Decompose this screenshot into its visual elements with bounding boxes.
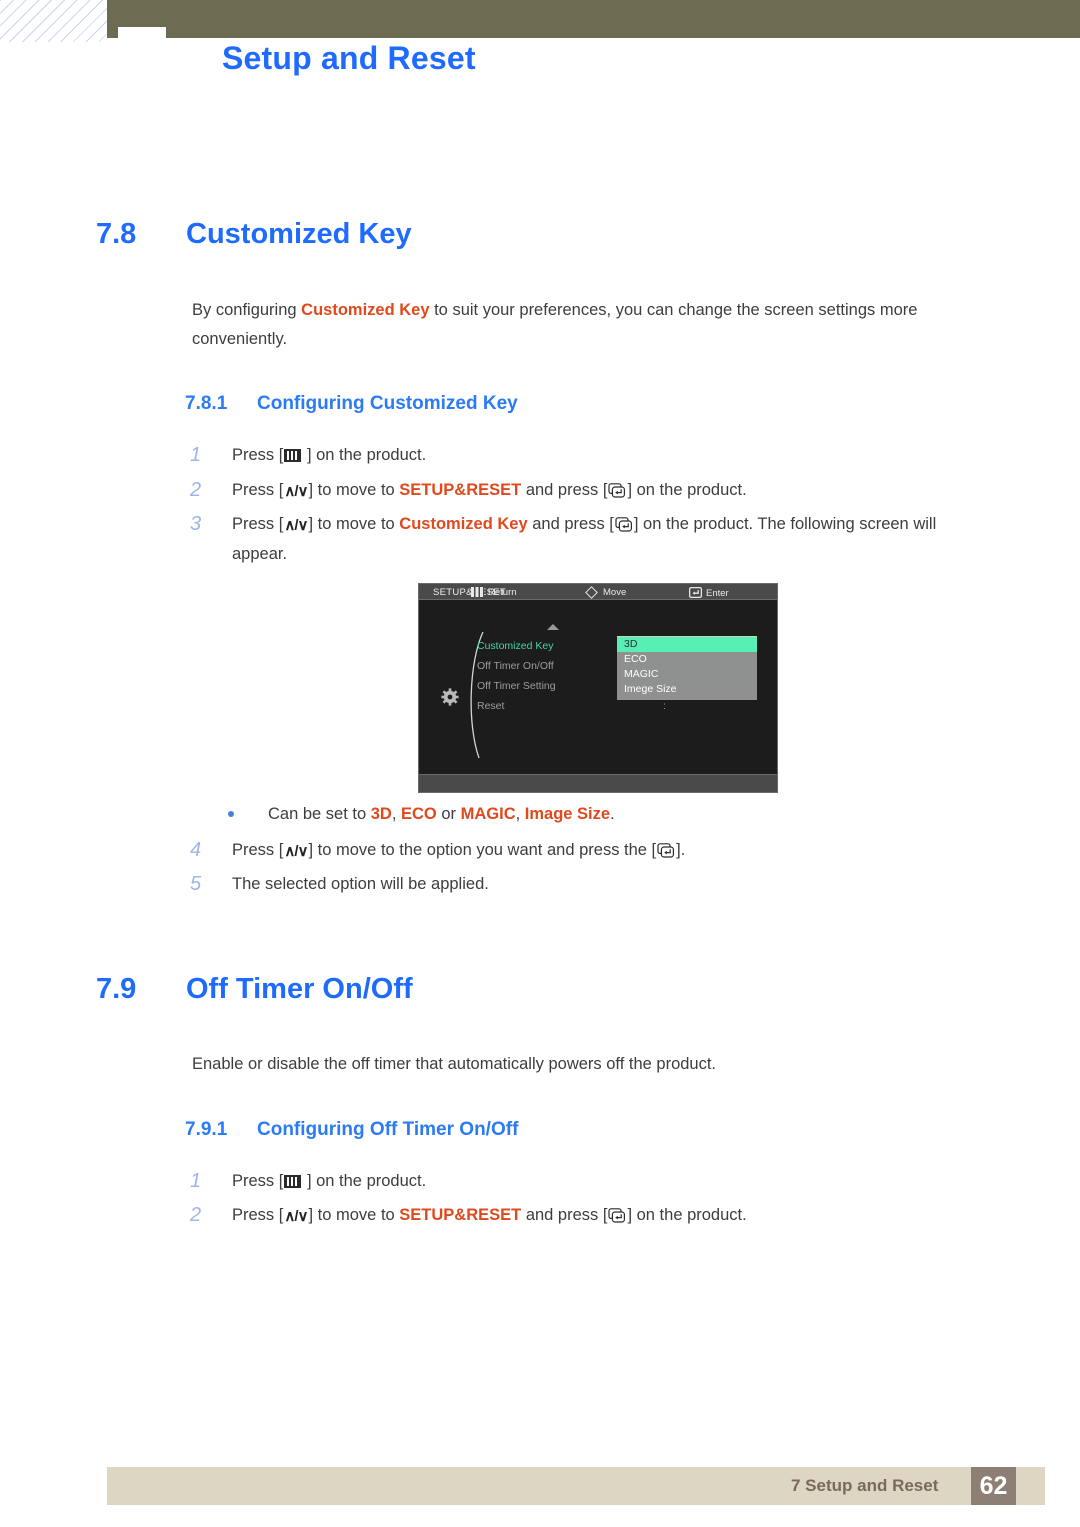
osd-menu-item-label: Reset — [477, 700, 505, 712]
step-highlight: SETUP&RESET — [399, 481, 522, 499]
bullet-option-eco: ECO — [401, 805, 437, 823]
step-text: Press [∧/∨] to move to the option you wa… — [232, 836, 995, 866]
section-heading-7-9: 7.9 Off Timer On/Off — [96, 973, 413, 1006]
page-number: 62 — [979, 1472, 1008, 1500]
bullet-option-3d: 3D — [370, 805, 392, 823]
subsection-number: 7.8.1 — [185, 393, 228, 414]
step-item: 5 The selected option will be applied. — [190, 870, 995, 899]
step-item: 1 Press [ ] on the product. — [190, 1167, 995, 1196]
step-text: Press [ ] on the product. — [232, 1172, 427, 1190]
osd-menu-list: Customized Key:Off Timer On/Off:Off Time… — [477, 636, 666, 716]
option-bullet-note: Can be set to 3D, ECO or MAGIC, Image Si… — [228, 800, 615, 829]
section-number: 7.8 — [96, 218, 137, 250]
osd-enter-button[interactable]: Enter — [688, 586, 729, 600]
enter-key-icon — [657, 843, 675, 858]
step-text: The selected option will be applied. — [232, 875, 489, 893]
step-item: 2 Press [∧/∨] to move to SETUP&RESET and … — [190, 1201, 995, 1231]
subsection-number: 7.9.1 — [185, 1119, 228, 1140]
step-number: 5 — [190, 873, 202, 895]
page-number-box: 62 — [971, 1467, 1016, 1505]
chapter-title: Setup and Reset — [222, 40, 476, 76]
subsection-title: Configuring Customized Key — [257, 393, 518, 414]
osd-menu-item[interactable]: Off Timer Setting: — [477, 676, 666, 696]
osd-menu-item[interactable]: Off Timer On/Off: — [477, 656, 666, 676]
section-number: 7.9 — [96, 973, 137, 1005]
bullet-text-pre: Can be set to — [268, 805, 371, 823]
step-highlight: SETUP&RESET — [399, 1206, 522, 1224]
enter-key-icon — [615, 517, 633, 532]
osd-return-label: Return — [488, 587, 517, 598]
osd-dropdown-option[interactable]: Imege Size — [617, 682, 757, 697]
osd-dropdown-option[interactable]: MAGIC — [617, 667, 757, 682]
gear-icon — [441, 688, 459, 706]
menu-key-icon — [284, 449, 302, 462]
subsection-heading-7-8-1: 7.8.1 Configuring Customized Key — [185, 393, 518, 415]
bullet-sep-3: , — [515, 805, 525, 823]
osd-dropdown-list: 3D ECO MAGIC Imege Size — [617, 636, 757, 700]
osd-move-button[interactable]: Move — [585, 586, 627, 599]
step-number: 3 — [190, 513, 202, 535]
intro-text-pre: By configuring — [192, 301, 302, 319]
section-title: Customized Key — [186, 218, 412, 250]
osd-move-label: Move — [603, 587, 627, 598]
osd-dropdown-option[interactable]: 3D — [617, 637, 757, 652]
step-number: 4 — [190, 839, 202, 861]
osd-footer-bar — [419, 774, 777, 792]
menu-key-icon — [471, 587, 484, 597]
step-item: 3 Press [∧/∨] to move to Customized Key a… — [190, 510, 995, 569]
step-item: 4 Press [∧/∨] to move to the option you w… — [190, 836, 995, 866]
footer-chapter-label: 7 Setup and Reset — [791, 1476, 939, 1495]
step-item: 2 Press [∧/∨] to move to SETUP&RESET and … — [190, 476, 995, 506]
bullet-sep-1: , — [391, 805, 401, 823]
up-down-key-icon: ∧/∨ — [284, 483, 308, 500]
bullet-sep-2: or — [436, 805, 461, 823]
step-text: Press [∧/∨] to move to SETUP&RESET and p… — [232, 476, 995, 506]
diamond-move-icon — [585, 586, 598, 599]
section-heading-7-8: 7.8 Customized Key — [96, 218, 412, 251]
header-notch — [118, 27, 166, 43]
menu-key-icon — [284, 1175, 302, 1188]
enter-key-icon — [608, 483, 626, 498]
section-title: Off Timer On/Off — [186, 973, 413, 1005]
step-number: 2 — [190, 479, 202, 501]
up-down-key-icon: ∧/∨ — [284, 843, 308, 860]
section-7-9-intro: Enable or disable the off timer that aut… — [192, 1055, 717, 1073]
enter-key-icon — [688, 586, 703, 599]
enter-key-icon — [608, 1208, 626, 1223]
bullet-option-image-size: Image Size — [524, 805, 611, 823]
intro-highlight: Customized Key — [301, 301, 430, 319]
decorative-hatch-pattern — [0, 0, 110, 42]
up-down-key-icon: ∧/∨ — [284, 517, 308, 534]
bullet-dot — [228, 811, 234, 817]
step-text: Press [ ] on the product. — [232, 446, 427, 464]
osd-menu-item[interactable]: Reset: — [477, 696, 666, 716]
osd-menu-screenshot: SETUP&RESET Customized Key Off Timer On/… — [418, 583, 778, 793]
step-number: 1 — [190, 444, 202, 466]
step-text: Press [∧/∨] to move to Customized Key an… — [232, 510, 995, 569]
bullet-text-post: . — [610, 805, 615, 823]
osd-menu-item-label: Customized Key — [477, 640, 554, 652]
osd-dropdown-option[interactable]: ECO — [617, 652, 757, 667]
step-number: 1 — [190, 1170, 202, 1192]
osd-body: Customized Key:Off Timer On/Off:Off Time… — [419, 600, 777, 774]
subsection-title: Configuring Off Timer On/Off — [257, 1119, 519, 1140]
step-text: Press [∧/∨] to move to SETUP&RESET and p… — [232, 1201, 995, 1231]
subsection-heading-7-9-1: 7.9.1 Configuring Off Timer On/Off — [185, 1119, 518, 1141]
step-number: 2 — [190, 1204, 202, 1226]
section-7-8-intro: By configuring Customized Key to suit yo… — [192, 296, 982, 354]
step-highlight: Customized Key — [399, 515, 528, 533]
osd-return-button[interactable]: Return — [471, 587, 517, 599]
osd-menu-item[interactable]: Customized Key: — [477, 636, 666, 656]
up-down-key-icon: ∧/∨ — [284, 1208, 308, 1225]
header-bar — [107, 0, 1080, 38]
scroll-up-caret-icon — [547, 624, 559, 630]
osd-enter-label: Enter — [706, 588, 729, 599]
bullet-option-magic: MAGIC — [460, 805, 516, 823]
osd-menu-item-label: Off Timer Setting — [477, 680, 556, 692]
step-item: 1 Press [ ] on the product. — [190, 441, 995, 470]
osd-menu-item-label: Off Timer On/Off — [477, 660, 554, 672]
